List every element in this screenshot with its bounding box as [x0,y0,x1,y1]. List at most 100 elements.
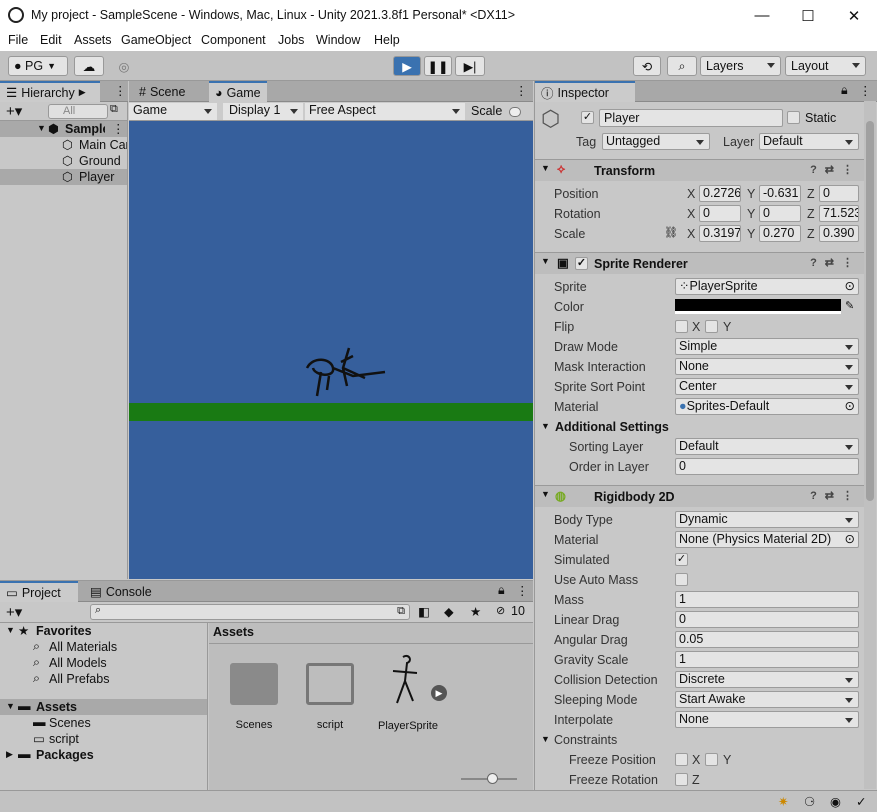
aspect-dropdown[interactable]: Free Aspect [305,103,465,120]
hierarchy-item-ground[interactable]: ⬡ Ground [0,153,127,169]
assets-root-row[interactable]: ▼ ▬ Assets [0,699,207,715]
menu-file[interactable]: File [8,33,28,47]
step-button[interactable]: ▶| [455,56,485,76]
favorites-row[interactable]: ▼ ★ Favorites [0,623,207,639]
expand-icon[interactable]: ▼ [541,489,550,499]
component-menu-icons[interactable]: ?⇄⋮ [810,163,861,176]
freeze-position-y-checkbox[interactable] [705,753,718,766]
menu-jobs[interactable]: Jobs [278,33,304,47]
menu-window[interactable]: Window [316,33,360,47]
position-x-field[interactable]: 0.2726 [699,185,741,202]
search-filter-icon[interactable]: ⧉ [397,605,405,618]
hierarchy-search-input[interactable]: All [48,104,108,119]
rotation-z-field[interactable]: 71.523 [819,205,859,222]
hierarchy-item-player[interactable]: ⬡ Player [0,169,127,185]
favorite-item[interactable]: ⌕ All Prefabs [0,671,207,687]
eyedropper-icon[interactable]: ✎ [845,299,854,312]
maximize-button[interactable]: ☐ [785,0,831,31]
object-picker-icon[interactable]: ⊙ [845,532,855,547]
lock-icon[interactable]: 🔒︎ [498,583,505,598]
layout-dropdown[interactable]: Layout [785,56,866,76]
simulated-checkbox[interactable]: ✓ [675,553,688,566]
interpolate-dropdown[interactable]: None [675,711,859,728]
asset-folder-row[interactable]: ▭ script [0,731,207,747]
tab-inspector[interactable]: ⓘ Inspector [535,81,635,102]
add-icon[interactable]: +▾ [6,603,22,621]
expand-icon[interactable]: ▼ [541,734,550,744]
hierarchy-scene-row[interactable]: ▼ ⬢ SampleScene ⋮ [0,121,127,137]
linear-drag-field[interactable]: 0 [675,611,859,628]
physics-material-field[interactable]: None (Physics Material 2D) ⊙ [675,531,859,548]
freeze-position-x-checkbox[interactable] [675,753,688,766]
hierarchy-item-main-camera[interactable]: ⬡ Main Camera [0,137,127,153]
search-button[interactable]: ⌕ [667,56,697,76]
more-menu-icon[interactable]: ⋮ [515,83,528,98]
flip-y-checkbox[interactable] [705,320,718,333]
body-type-dropdown[interactable]: Dynamic [675,511,859,528]
asset-item[interactable]: Scenes [229,663,279,733]
tab-project[interactable]: ▭ Project [0,581,78,602]
tag-dropdown[interactable]: Untagged [602,133,710,150]
expand-icon[interactable]: ▼ [37,123,46,133]
constraints-row[interactable]: ▼ Constraints [535,730,865,750]
angular-drag-field[interactable]: 0.05 [675,631,859,648]
minimize-button[interactable]: — [739,0,785,31]
static-checkbox[interactable] [787,111,800,124]
draw-mode-dropdown[interactable]: Simple [675,338,859,355]
link-icon[interactable]: ⛓ [664,226,678,239]
component-menu-icons[interactable]: ?⇄⋮ [810,489,861,502]
rotation-y-field[interactable]: 0 [759,205,801,222]
zoom-slider-thumb[interactable] [487,773,498,784]
sprite-renderer-enabled-checkbox[interactable]: ✓ [575,257,588,270]
sorting-layer-dropdown[interactable]: Default [675,438,859,455]
object-picker-icon[interactable]: ⊙ [845,279,855,294]
scale-x-field[interactable]: 0.3197 [699,225,741,242]
object-name-input[interactable]: Player [599,109,783,127]
status-ok-icon[interactable]: ✓ [856,794,866,809]
debug-icon[interactable]: ✷ [778,794,788,809]
scale-slider[interactable] [509,107,521,117]
scale-z-field[interactable]: 0.390 [819,225,859,242]
asset-folder-row[interactable]: ▬ Scenes [0,715,207,731]
more-menu-icon[interactable]: ⋮ [114,83,127,98]
filter-by-type-icon[interactable]: ◧ [418,604,430,619]
tab-console[interactable]: ▤ Console [84,581,158,602]
inspector-scrollbar[interactable] [864,101,876,789]
sprite-object-field[interactable]: ⁘PlayerSprite ⊙ [675,278,859,295]
auto-mass-checkbox[interactable] [675,573,688,586]
flip-x-checkbox[interactable] [675,320,688,333]
display-dropdown[interactable]: Display 1 [223,103,303,120]
menu-component[interactable]: Component [201,33,266,47]
project-search-input[interactable]: ⌕ ⧉ [90,604,410,620]
mass-field[interactable]: 1 [675,591,859,608]
gravity-scale-field[interactable]: 1 [675,651,859,668]
game-viewport[interactable] [129,121,533,579]
filter-icon[interactable]: ⧉ [110,103,118,116]
rigidbody2d-header[interactable]: ▼ ◍ Rigidbody 2D ?⇄⋮ [535,485,865,507]
active-checkbox[interactable]: ✓ [581,111,594,124]
favorite-star-icon[interactable]: ★ [470,604,481,619]
order-in-layer-field[interactable]: 0 [675,458,859,475]
component-menu-icons[interactable]: ?⇄⋮ [810,256,861,269]
mask-interaction-dropdown[interactable]: None [675,358,859,375]
history-button[interactable]: ⟲ [633,56,661,76]
expand-play-icon[interactable]: ▶ [431,685,447,701]
expand-icon[interactable]: ▼ [541,256,550,266]
cache-server-icon[interactable]: ◉ [830,794,841,809]
object-picker-icon[interactable]: ⊙ [845,399,855,414]
layer-dropdown[interactable]: Default [759,133,859,150]
scale-y-field[interactable]: 0.270 [759,225,801,242]
tab-scene[interactable]: # Scene [133,81,191,102]
close-button[interactable]: ✕ [831,0,877,31]
pause-button[interactable]: ❚❚ [424,56,452,76]
collision-detection-dropdown[interactable]: Discrete [675,671,859,688]
add-icon[interactable]: +▾ [6,102,22,120]
menu-assets[interactable]: Assets [74,33,112,47]
layers-dropdown[interactable]: Layers [700,56,781,76]
asset-item[interactable]: PlayerSprite [377,653,439,733]
more-menu-icon[interactable]: ⋮ [859,83,872,98]
packages-row[interactable]: ▶ ▬ Packages [0,747,207,763]
sleeping-mode-dropdown[interactable]: Start Awake [675,691,859,708]
play-button[interactable]: ▶ [393,56,421,76]
sort-point-dropdown[interactable]: Center [675,378,859,395]
